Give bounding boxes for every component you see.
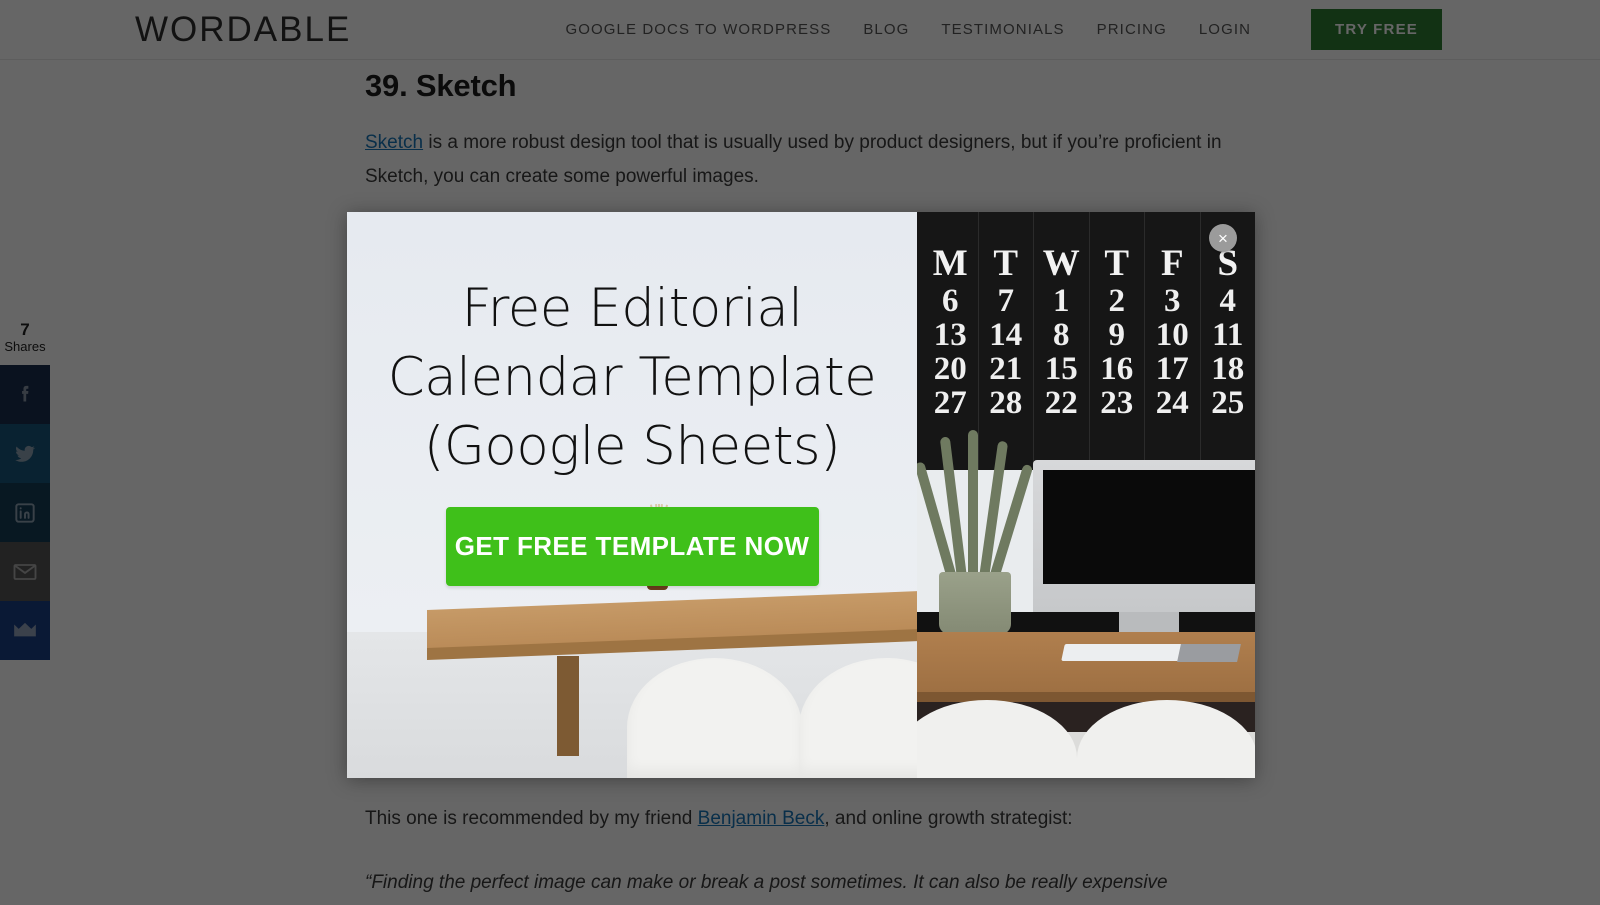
get-free-template-button[interactable]: GET FREE TEMPLATE NOW: [445, 507, 819, 586]
editorial-calendar-modal: × Free Editorial Calendar Template (Goog…: [347, 212, 1255, 778]
calendar-date: 8: [1053, 317, 1070, 353]
calendar-dow: M: [932, 243, 968, 284]
calendar-date: 6: [942, 283, 959, 319]
calendar-date: 9: [1108, 317, 1126, 353]
calendar-date: 22: [1044, 385, 1078, 421]
imac-screen: [1043, 470, 1255, 584]
calendar-column-thursday: T 2 9 16 23: [1090, 212, 1145, 470]
calendar-date: 21: [989, 351, 1023, 387]
calendar-date: 3: [1164, 283, 1181, 319]
calendar-date: 7: [997, 283, 1015, 319]
close-icon[interactable]: ×: [1209, 224, 1237, 252]
calendar-date: 4: [1219, 283, 1237, 319]
calendar-dow: F: [1160, 243, 1184, 284]
keyboard: [1061, 644, 1183, 661]
snake-plant-icon: [917, 430, 1034, 580]
modal-left-pane: Free Editorial Calendar Template (Google…: [347, 212, 917, 778]
calendar-date: 10: [1155, 317, 1189, 353]
plant-pot: [939, 572, 1011, 634]
calendar-date: 24: [1155, 385, 1189, 421]
calendar-date: 18: [1211, 351, 1245, 387]
browser-viewport: WORDABLE GOOGLE DOCS TO WORDPRESS BLOG T…: [0, 0, 1600, 905]
calendar-dow: T: [993, 243, 1019, 284]
calendar-date: 23: [1100, 385, 1134, 421]
calendar-column-friday: F 3 10 17 24: [1145, 212, 1201, 470]
calendar-date: 11: [1212, 317, 1244, 353]
calendar-column-wednesday: W 1 8 15 22: [1034, 212, 1090, 470]
calendar-date: 1: [1053, 283, 1070, 319]
calendar-date: 13: [933, 317, 967, 353]
calendar-date: 14: [989, 317, 1023, 353]
calendar-dow: W: [1042, 243, 1080, 284]
calendar-date: 15: [1044, 351, 1078, 387]
calendar-date: 20: [933, 351, 967, 387]
calendar-date: 28: [989, 385, 1023, 421]
calendar-dow: T: [1104, 243, 1130, 284]
calendar-date: 16: [1100, 351, 1134, 387]
calendar-date: 27: [933, 385, 967, 421]
modal-right-photo: M 6 13 20 27 T 7 14 21 28 W 1 8 15 22 T …: [917, 212, 1255, 778]
modal-headline: Free Editorial Calendar Template (Google…: [387, 278, 877, 477]
calendar-date: 25: [1211, 385, 1245, 421]
calendar-date: 17: [1155, 351, 1189, 387]
calendar-date: 2: [1108, 283, 1126, 319]
